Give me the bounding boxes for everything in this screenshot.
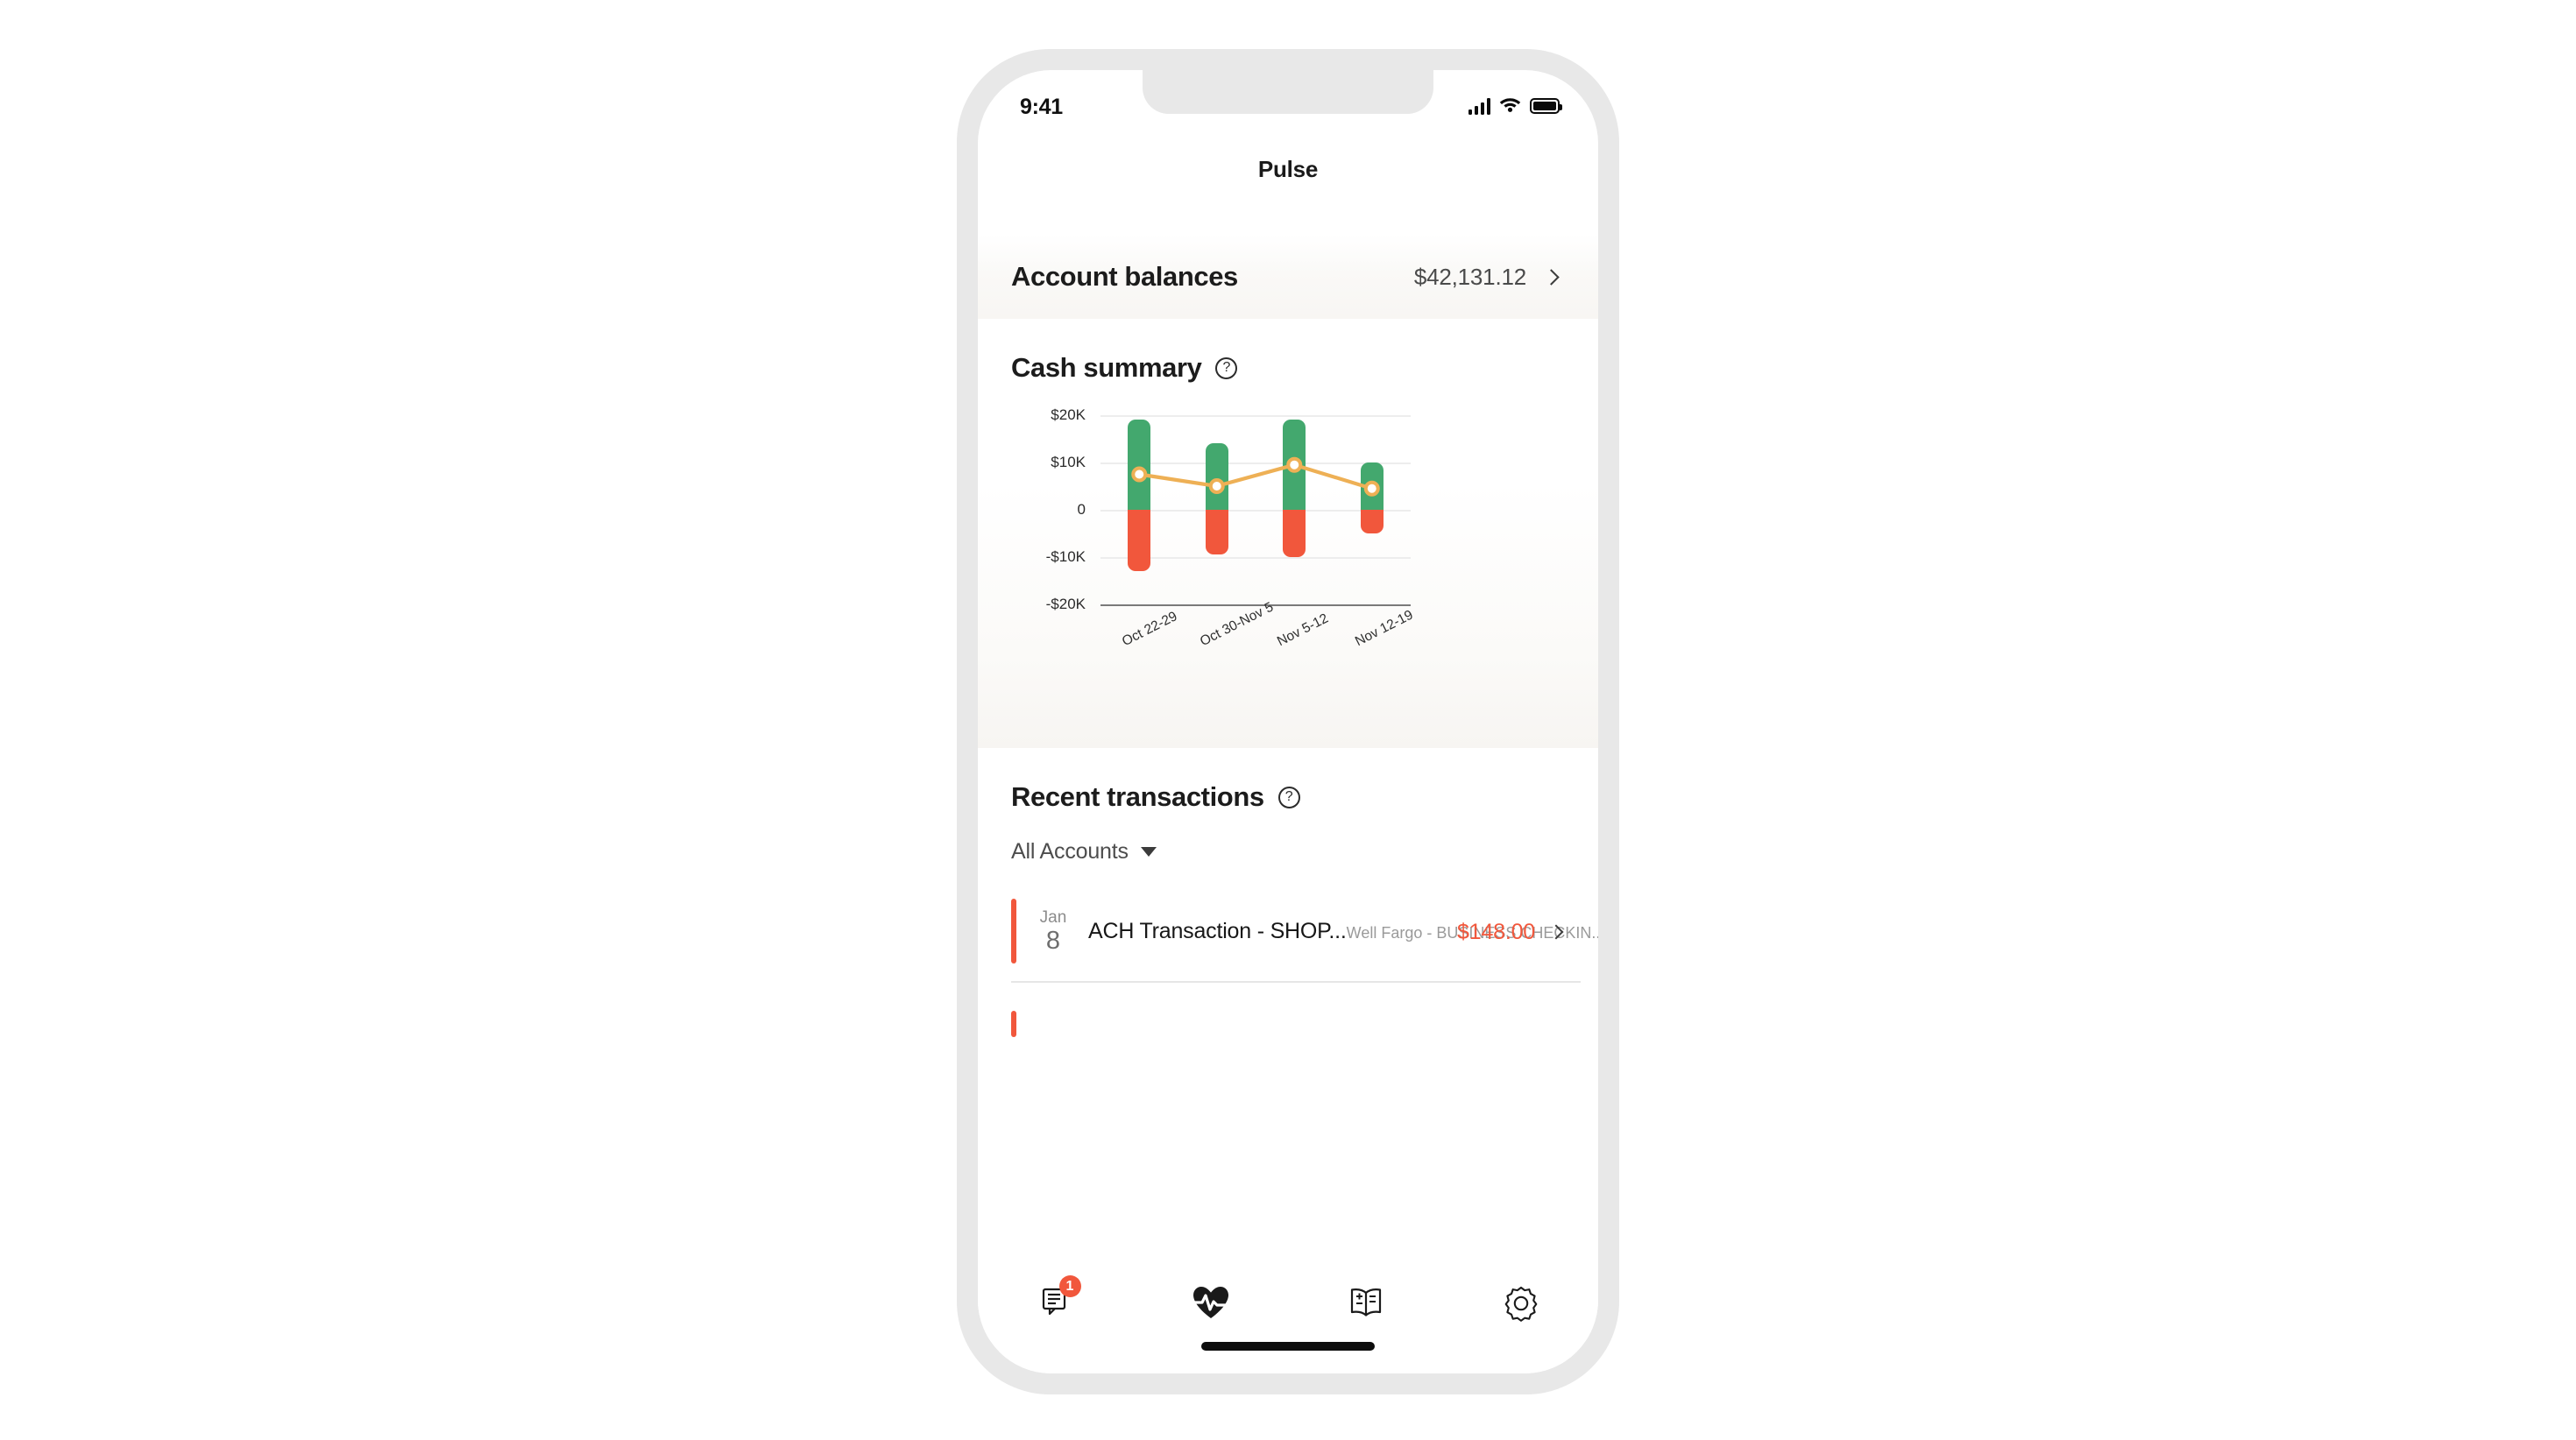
tab-messages[interactable]: 1	[978, 1275, 1133, 1331]
recent-transactions-header: Recent transactions ?	[1011, 781, 1300, 813]
chart-x-tick-label: Nov 12-19	[1352, 607, 1416, 650]
transaction-divider	[1011, 981, 1581, 983]
transaction-row-partial[interactable]	[1011, 1011, 1016, 1037]
chart-net-point[interactable]	[1208, 478, 1225, 494]
tab-bar: 1	[978, 1263, 1598, 1373]
status-bar-time: 9:41	[1020, 95, 1063, 119]
tab-pulse[interactable]	[1133, 1279, 1288, 1331]
home-indicator	[1201, 1342, 1375, 1351]
transaction-accent-bar	[1011, 899, 1016, 964]
chart-net-line-path	[1137, 462, 1374, 491]
transaction-date-day: 8	[1045, 926, 1061, 955]
cash-summary-header: Cash summary ?	[1011, 352, 1238, 384]
cash-summary-card: Cash summary ? $20K $10K 0 -$10K -$20K Oct 2…	[978, 319, 1598, 748]
recent-transactions-title: Recent transactions	[1011, 781, 1264, 812]
chart-y-tick-label: -$10K	[1045, 548, 1086, 565]
account-balances-row[interactable]: Account balances $42,131.12	[978, 235, 1598, 319]
open-book-icon	[1347, 1285, 1385, 1326]
status-bar-icons	[1468, 95, 1562, 116]
chart-net-line	[1131, 456, 1380, 497]
transaction-body: ACH Transaction - SHOP...Well Fargo - BU…	[1088, 918, 1598, 945]
wifi-icon	[1499, 95, 1521, 116]
account-balances-label: Account balances	[1011, 261, 1238, 292]
chart-net-point[interactable]	[1286, 456, 1303, 473]
messages-badge: 1	[1058, 1275, 1081, 1297]
cash-summary-chart: $20K $10K 0 -$10K -$20K Oct 22-29 Oct 30-Nov …	[978, 406, 1598, 708]
cellular-signal-icon	[1468, 97, 1490, 115]
help-question-icon[interactable]: ?	[1277, 786, 1300, 808]
chart-x-tick-label: Oct 22-29	[1120, 609, 1180, 650]
chart-y-tick-label: 0	[1077, 501, 1086, 518]
phone-screen: 9:41 Pulse Account balances $42,131.12 C…	[978, 70, 1598, 1373]
chart-net-point[interactable]	[1131, 466, 1148, 483]
transaction-title: ACH Transaction - SHOP...	[1088, 919, 1347, 944]
page-title: Pulse	[1257, 156, 1319, 182]
chart-net-point[interactable]	[1363, 480, 1380, 497]
tab-settings[interactable]	[1443, 1279, 1598, 1331]
heartbeat-pulse-icon	[1190, 1285, 1231, 1326]
account-filter-label: All Accounts	[1011, 839, 1129, 864]
transaction-row[interactable]: Jan 8 ACH Transaction - SHOP...Well Fargo …	[1011, 892, 1598, 972]
battery-full-icon	[1530, 98, 1562, 114]
transaction-date-month: Jan	[1039, 908, 1067, 928]
account-filter-dropdown[interactable]: All Accounts	[1011, 839, 1157, 865]
account-balances-value: $42,131.12	[1413, 263, 1526, 290]
chart-x-tick-label: Nov 5-12	[1275, 611, 1332, 650]
chart-y-tick-label: $10K	[1051, 454, 1086, 470]
help-question-icon[interactable]: ?	[1215, 356, 1238, 379]
app-content: Pulse Account balances $42,131.12 Cash s…	[978, 70, 1598, 1373]
cash-summary-title: Cash summary	[1011, 352, 1202, 383]
chart-y-tick-label: -$20K	[1045, 596, 1086, 612]
caret-down-icon	[1140, 847, 1157, 857]
chart-plot-area: $20K $10K 0 -$10K -$20K Oct 22-29 Oct 30-Nov …	[1046, 406, 1416, 649]
phone-notch	[1143, 70, 1433, 114]
chart-x-tick-label: Oct 30-Nov 5	[1197, 599, 1276, 650]
transaction-amount: $148.00	[1457, 919, 1535, 944]
chart-y-tick-label: $20K	[1051, 406, 1086, 423]
transaction-date: Jan 8	[1030, 908, 1076, 956]
gear-icon	[1502, 1284, 1540, 1327]
tab-ledger[interactable]	[1288, 1279, 1443, 1331]
chevron-right-icon	[1543, 268, 1560, 286]
